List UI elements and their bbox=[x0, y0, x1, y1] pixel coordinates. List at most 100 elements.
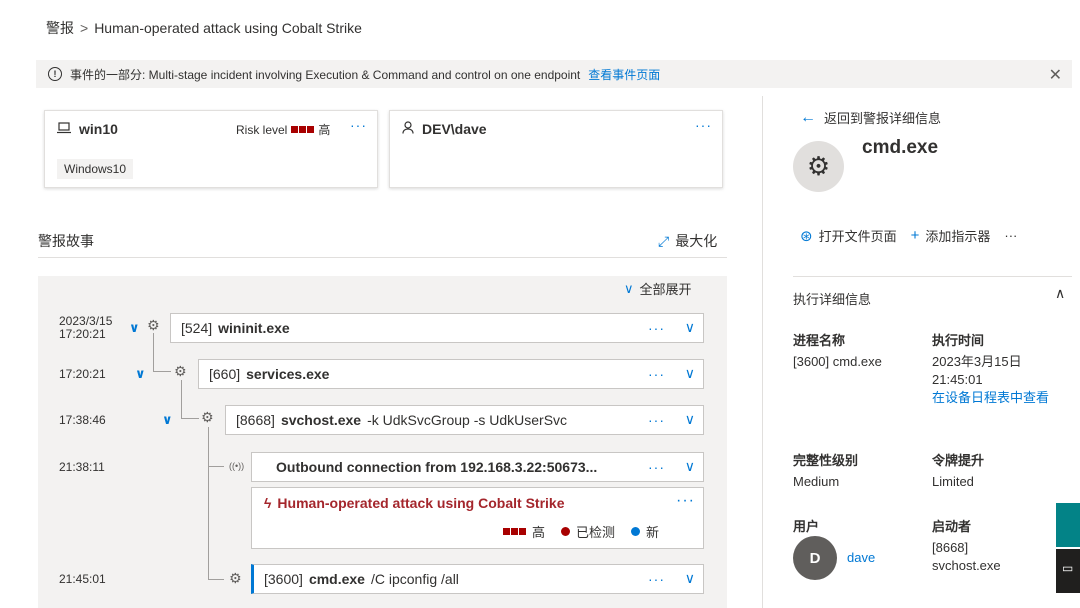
network-icon: ((•)) bbox=[229, 461, 245, 471]
field-label: 进程名称 bbox=[793, 333, 846, 348]
severity-bars-icon bbox=[502, 528, 526, 535]
gear-icon: ⚙ bbox=[201, 409, 214, 425]
chevron-down-icon[interactable]: ∨ bbox=[135, 366, 146, 382]
exec-time-field: 执行时间 2023年3月15日 21:45:01 在设备日程表中查看 bbox=[932, 330, 1072, 407]
new-dot-icon bbox=[630, 527, 640, 536]
chevron-down-icon[interactable]: ∨ bbox=[685, 458, 695, 475]
lightning-icon: ϟ bbox=[264, 495, 272, 511]
expand-all-button[interactable]: ∨ 全部展开 bbox=[624, 279, 692, 298]
more-icon[interactable]: ··· bbox=[676, 492, 695, 510]
tree-line bbox=[208, 427, 209, 579]
more-icon[interactable]: ··· bbox=[648, 459, 665, 475]
close-icon[interactable]: ✕ bbox=[1049, 65, 1062, 85]
chat-icon: ▭ bbox=[1062, 561, 1074, 575]
chevron-down-icon[interactable]: ∨ bbox=[685, 570, 695, 587]
gear-icon: ⚙ bbox=[147, 317, 160, 333]
row-time: 17:38:46 bbox=[59, 413, 106, 427]
process-name: svchost.exe bbox=[280, 412, 362, 428]
field-value: [8668] bbox=[932, 540, 969, 555]
more-actions-icon[interactable]: ··· bbox=[1004, 228, 1017, 243]
process-node-services[interactable]: [660] services.exe ··· ∨ bbox=[198, 359, 704, 389]
more-icon[interactable]: ··· bbox=[648, 320, 665, 336]
user-link[interactable]: dave bbox=[847, 549, 875, 567]
field-label: 令牌提升 bbox=[932, 453, 985, 468]
network-event-text: Outbound connection from 192.168.3.22:50… bbox=[276, 459, 598, 475]
risk-label: Risk level bbox=[236, 122, 288, 137]
chevron-down-icon: ∨ bbox=[624, 280, 634, 296]
chevron-up-icon[interactable]: ∧ bbox=[1055, 285, 1065, 302]
device-more-icon[interactable]: ··· bbox=[350, 117, 367, 133]
feedback-fab-button[interactable]: ▭ bbox=[1056, 549, 1080, 593]
tree-line bbox=[181, 418, 199, 419]
device-name[interactable]: win10 bbox=[79, 121, 118, 137]
process-args: /C ipconfig /all bbox=[370, 571, 459, 587]
back-button[interactable]: ← 返回到警报详细信息 bbox=[800, 108, 941, 127]
field-label: 完整性级别 bbox=[793, 453, 859, 468]
device-tag[interactable]: Windows10 bbox=[57, 159, 134, 179]
process-name: wininit.exe bbox=[218, 320, 290, 336]
row-time: 21:45:01 bbox=[59, 572, 106, 586]
open-file-page-button[interactable]: ⊛ 打开文件页面 bbox=[800, 226, 897, 245]
user-card[interactable]: DEV\dave ··· bbox=[389, 110, 723, 188]
process-node-svchost[interactable]: [8668] svchost.exe -k UdkSvcGroup -s Udk… bbox=[225, 405, 704, 435]
field-value: 21:45:01 bbox=[932, 372, 983, 387]
breadcrumb-root[interactable]: 警报 bbox=[46, 18, 74, 38]
laptop-icon bbox=[57, 121, 71, 137]
user-name[interactable]: DEV\dave bbox=[422, 121, 487, 137]
integrity-field: 完整性级别 Medium bbox=[793, 450, 858, 491]
process-pid: [8668] bbox=[236, 412, 275, 428]
gear-icon: ⚙ bbox=[229, 570, 242, 586]
process-name: cmd.exe bbox=[308, 571, 365, 587]
user-label: 用户 bbox=[793, 519, 820, 534]
alert-state: 新 bbox=[645, 525, 659, 540]
more-icon[interactable]: ··· bbox=[648, 366, 665, 382]
alert-story-title: 警报故事 bbox=[38, 233, 94, 249]
view-incident-link[interactable]: 查看事件页面 bbox=[588, 66, 660, 83]
arrow-circle-icon: ⊛ bbox=[800, 227, 813, 245]
maximize-label: 最大化 bbox=[675, 233, 718, 249]
expand-diagonal-icon: ⤢ bbox=[658, 232, 670, 249]
network-event-node[interactable]: Outbound connection from 192.168.3.22:50… bbox=[251, 452, 704, 482]
process-node-cmd[interactable]: [3600] cmd.exe /C ipconfig /all ··· ∨ bbox=[251, 564, 704, 594]
row-time: 17:20:21 bbox=[59, 367, 106, 381]
alert-title[interactable]: Human-operated attack using Cobalt Strik… bbox=[277, 495, 564, 511]
gear-icon: ⚙ bbox=[793, 141, 844, 192]
tree-line bbox=[181, 380, 182, 418]
divider bbox=[793, 276, 1072, 277]
detected-dot-icon bbox=[560, 527, 570, 536]
alert-status: 已检测 bbox=[575, 525, 615, 540]
chevron-down-icon[interactable]: ∨ bbox=[162, 412, 173, 428]
more-icon[interactable]: ··· bbox=[648, 412, 665, 428]
help-fab-button[interactable] bbox=[1056, 503, 1080, 547]
panel-actions: ⊛ 打开文件页面 + 添加指示器 ··· bbox=[800, 226, 1017, 245]
device-card[interactable]: win10 Risk level 高 ··· Windows10 bbox=[44, 110, 378, 188]
field-label: 执行时间 bbox=[932, 333, 985, 348]
breadcrumb-separator: > bbox=[80, 20, 89, 36]
risk-level: Risk level 高 bbox=[236, 121, 330, 138]
chevron-down-icon[interactable]: ∨ bbox=[685, 319, 695, 336]
incident-banner: ! 事件的一部分: Multi-stage incident involving… bbox=[36, 60, 1072, 88]
field-value: svchost.exe bbox=[932, 558, 1001, 573]
chevron-down-icon[interactable]: ∨ bbox=[685, 365, 695, 382]
row-date: 2023/3/15 17:20:21 bbox=[59, 314, 113, 341]
alert-meta: 高 已检测 新 bbox=[502, 522, 659, 541]
tree-line bbox=[153, 333, 154, 371]
add-indicator-button[interactable]: + 添加指示器 bbox=[911, 226, 991, 245]
divider bbox=[38, 257, 727, 258]
arrow-left-icon: ← bbox=[800, 108, 816, 126]
chevron-down-icon[interactable]: ∨ bbox=[129, 320, 140, 336]
chevron-down-icon[interactable]: ∨ bbox=[685, 411, 695, 428]
user-icon bbox=[402, 121, 414, 137]
alert-card[interactable]: ϟ Human-operated attack using Cobalt Str… bbox=[251, 487, 704, 549]
view-in-timeline-link[interactable]: 在设备日程表中查看 bbox=[932, 389, 1072, 407]
gear-icon: ⚙ bbox=[174, 363, 187, 379]
more-icon[interactable]: ··· bbox=[648, 571, 665, 587]
tree-line bbox=[208, 466, 224, 467]
maximize-button[interactable]: ⤢ 最大化 bbox=[658, 231, 717, 251]
initiator-field: 启动者 [8668] svchost.exe bbox=[932, 516, 1001, 575]
user-more-icon[interactable]: ··· bbox=[695, 117, 712, 133]
process-node-wininit[interactable]: [524] wininit.exe ··· ∨ bbox=[170, 313, 704, 343]
field-value: Medium bbox=[793, 474, 840, 489]
section-title: 执行详细信息 bbox=[793, 292, 872, 307]
process-args: -k UdkSvcGroup -s UdkUserSvc bbox=[367, 412, 568, 428]
